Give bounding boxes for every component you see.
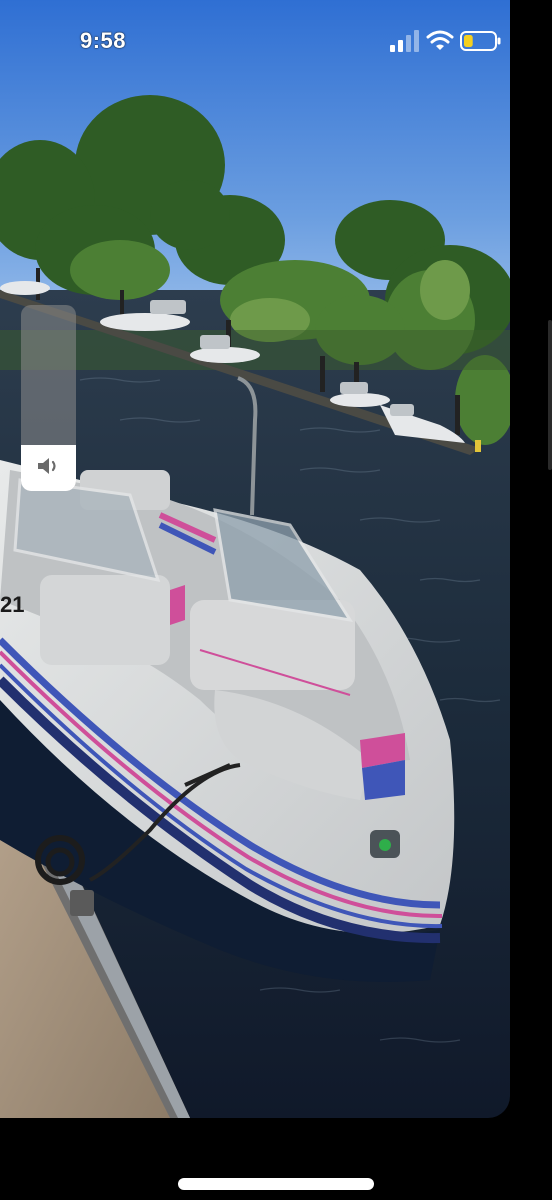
battery-low-icon <box>460 31 501 51</box>
status-bar: 9:58 <box>0 0 510 70</box>
status-time: 9:58 <box>80 28 127 53</box>
hull-number-text: 21 <box>0 592 24 617</box>
home-indicator[interactable] <box>178 1178 374 1190</box>
speaker-icon <box>38 458 56 474</box>
wifi-icon <box>426 30 454 50</box>
boat-photo: 21 <box>0 0 510 1118</box>
phone-screen: 21 9:58 <box>0 0 510 1118</box>
cellular-signal-icon <box>390 30 419 52</box>
side-edge <box>548 320 552 470</box>
volume-hud[interactable] <box>21 305 76 491</box>
